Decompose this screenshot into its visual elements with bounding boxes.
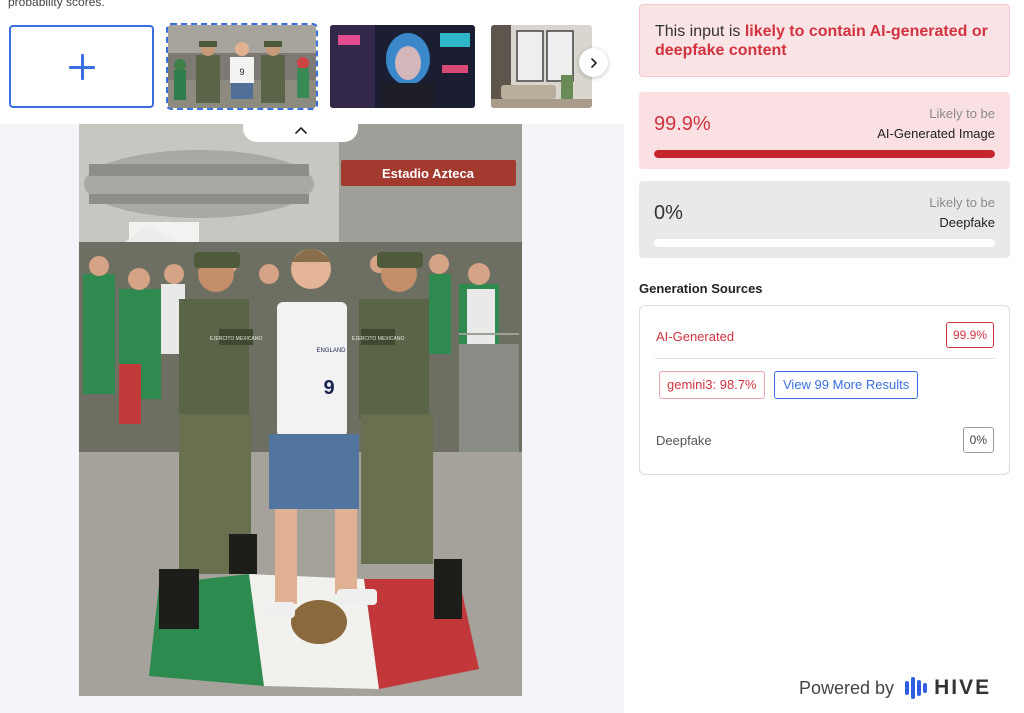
generation-sources-heading: Generation Sources bbox=[639, 281, 763, 296]
collapse-gallery-button[interactable] bbox=[243, 118, 358, 142]
chevron-right-icon bbox=[590, 57, 597, 68]
powered-by-text: Powered by bbox=[799, 677, 895, 698]
view-more-results-button[interactable]: View 99 More Results bbox=[774, 371, 919, 399]
stadium-sign-text: Estadio Azteca bbox=[382, 166, 475, 181]
upload-button[interactable] bbox=[9, 25, 154, 108]
thumbnail-gallery: probability scores. 9 bbox=[0, 0, 624, 124]
verdict-banner: This input is likely to contain AI-gener… bbox=[639, 4, 1010, 77]
next-thumbnail-button[interactable] bbox=[579, 48, 608, 77]
shirt-text: ENGLAND bbox=[316, 348, 346, 354]
ai-generated-source-label: AI-Generated bbox=[656, 329, 735, 344]
svg-text:9: 9 bbox=[239, 67, 244, 77]
right-patch-text: EJERCITO MEXICANO bbox=[352, 336, 405, 342]
chevron-up-icon bbox=[294, 127, 307, 134]
ai-score-value: 99.9% bbox=[654, 113, 711, 135]
preview-pane: probability scores. 9 Estadio Azteca EJE… bbox=[0, 0, 624, 713]
deepfake-score-label: Deepfake bbox=[939, 215, 995, 230]
ai-score-sublabel: Likely to be bbox=[929, 106, 995, 121]
sources-divider bbox=[655, 358, 995, 359]
model-result-chip: gemini3: 98.7% bbox=[659, 371, 765, 399]
results-panel: This input is likely to contain AI-gener… bbox=[624, 0, 1024, 713]
ai-score-bar-fill bbox=[654, 150, 995, 158]
thumbnail-interior[interactable] bbox=[491, 25, 592, 108]
thumbnail-soldiers[interactable]: 9 bbox=[166, 23, 318, 110]
instructions-text: probability scores. bbox=[8, 0, 105, 9]
thumbnail-neon-portrait[interactable] bbox=[330, 25, 475, 108]
ai-generated-source-badge: 99.9% bbox=[945, 322, 994, 348]
left-patch-text: EJERCITO MEXICANO bbox=[210, 336, 263, 342]
ai-score-bar bbox=[654, 150, 995, 158]
analyzed-image: Estadio Azteca EJERCITO MEXICANO EJERCIT… bbox=[79, 124, 522, 696]
deepfake-score-value: 0% bbox=[654, 202, 683, 224]
deepfake-source-label: Deepfake bbox=[656, 433, 712, 448]
powered-by-footer: Powered by HIVE bbox=[799, 676, 991, 700]
ai-score-label: AI-Generated Image bbox=[877, 126, 995, 141]
hive-brand-text: HIVE bbox=[934, 676, 992, 699]
plus-icon bbox=[68, 53, 95, 80]
deepfake-score-bar bbox=[654, 239, 995, 247]
hive-logo-icon bbox=[905, 677, 928, 699]
deepfake-score-sublabel: Likely to be bbox=[929, 195, 995, 210]
shirt-number: 9 bbox=[323, 377, 334, 399]
deepfake-source-badge: 0% bbox=[962, 427, 994, 453]
ai-generated-score-card: 99.9% Likely to be AI-Generated Image bbox=[639, 92, 1010, 169]
generation-sources-card: AI-Generated 99.9% gemini3: 98.7% View 9… bbox=[639, 305, 1010, 475]
deepfake-score-card: 0% Likely to be Deepfake bbox=[639, 181, 1010, 258]
verdict-prefix: This input is bbox=[655, 23, 745, 40]
